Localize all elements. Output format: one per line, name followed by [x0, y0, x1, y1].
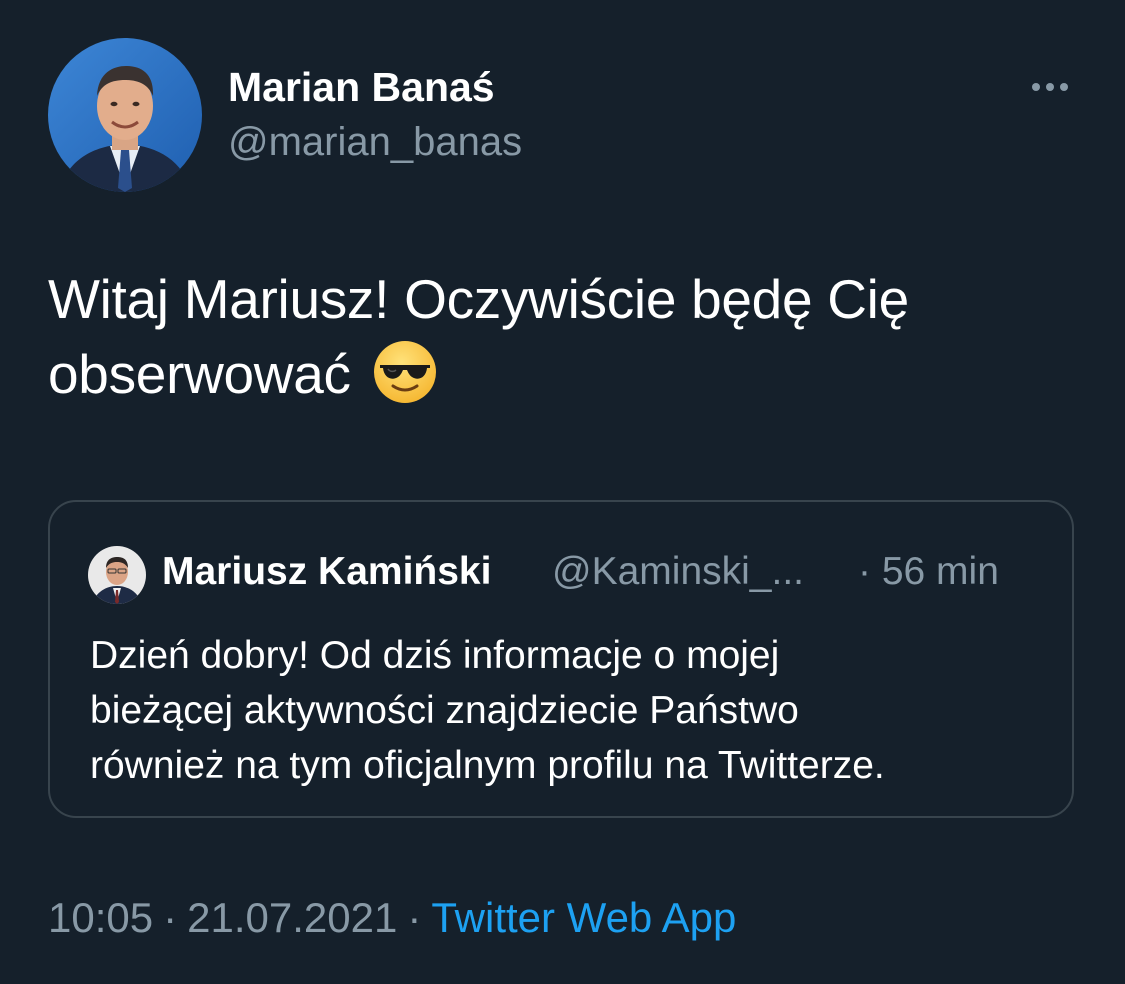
smiling-face-with-sunglasses-icon	[373, 341, 436, 403]
quoted-tweet-time: · 56 min	[858, 550, 999, 593]
tweet-meta: 10:05 · 21.07.2021 · Twitter Web App	[48, 894, 736, 942]
author-name[interactable]: Marian Banaś	[228, 64, 495, 111]
tweet-source-link[interactable]: Twitter Web App	[431, 894, 736, 941]
more-dot	[1060, 83, 1068, 91]
more-options-button[interactable]	[1022, 72, 1078, 102]
author-avatar[interactable]	[48, 38, 202, 192]
tweet-date[interactable]: 21.07.2021	[187, 894, 397, 941]
quoted-tweet-line: również na tym oficjalnym profilu na Twi…	[90, 744, 885, 787]
tweet-detail: Marian Banaś @marian_banas Witaj Mariusz…	[0, 0, 1125, 984]
quoted-author-name: Mariusz Kamiński	[162, 550, 492, 593]
more-dot	[1046, 83, 1054, 91]
quoted-author-handle: @Kaminski_...	[552, 550, 804, 593]
tweet-time[interactable]: 10:05	[48, 894, 153, 941]
tweet-text: Witaj Mariusz! Oczywiście będę Cię obser…	[48, 262, 1078, 412]
meta-separator: ·	[407, 894, 422, 941]
tweet-text-line: Witaj Mariusz! Oczywiście będę Cię	[48, 268, 909, 330]
author-handle[interactable]: @marian_banas	[228, 120, 522, 165]
quoted-tweet-line: bieżącej aktywności znajdziecie Państwo	[90, 689, 799, 732]
quoted-tweet-line: Dzień dobry! Od dziś informacje o mojej	[90, 634, 780, 677]
meta-separator: ·	[163, 894, 178, 941]
tweet-text-line: obserwować	[48, 343, 351, 405]
more-horizontal-icon	[1032, 83, 1040, 91]
quoted-tweet-text: Dzień dobry! Od dziś informacje o mojej …	[90, 628, 1060, 793]
quoted-author-avatar[interactable]	[88, 546, 146, 604]
quoted-tweet-card[interactable]: Mariusz Kamiński @Kaminski_... · 56 min …	[48, 500, 1074, 818]
